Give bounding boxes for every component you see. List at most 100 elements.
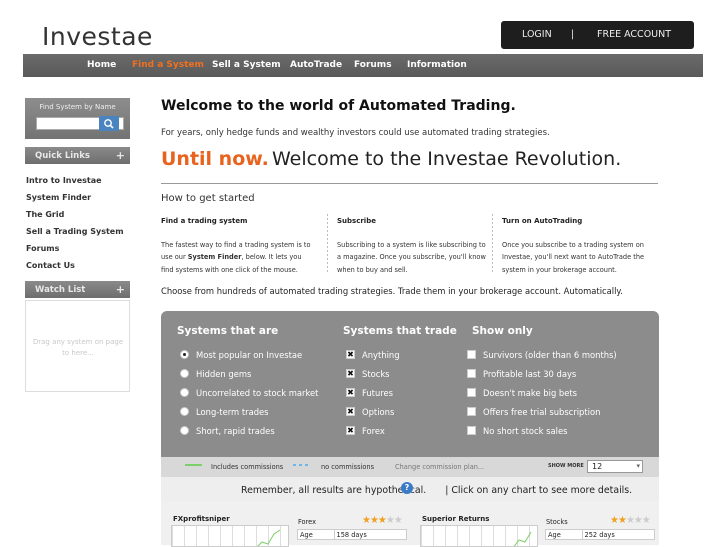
hypothetical-notice: Remember, all results are hypothetical. … <box>241 485 633 496</box>
quick-link-sell[interactable]: Sell a Trading System <box>26 227 124 236</box>
option-label: Futures <box>362 388 394 398</box>
how-to-heading: How to get started <box>161 193 255 204</box>
choose-text: Choose from hundreds of automated tradin… <box>161 286 623 296</box>
show-more-select[interactable]: 12 ▾ <box>587 460 643 473</box>
checkbox-anything[interactable]: ✖ <box>346 350 355 359</box>
option-label: Offers free trial subscription <box>483 407 601 417</box>
option-label: Stocks <box>362 369 390 379</box>
checkbox-futures[interactable]: ✖ <box>346 388 355 397</box>
watch-list-dropzone[interactable]: Drag any system on page to here... <box>25 300 130 392</box>
checkbox-options[interactable]: ✖ <box>346 407 355 416</box>
expand-icon: + <box>115 283 125 296</box>
result-stats: Age 252 days <box>545 529 656 540</box>
expand-icon: + <box>115 149 125 162</box>
checkbox-stocks[interactable]: ✖ <box>346 369 355 378</box>
column-divider <box>492 214 493 272</box>
filter-col3-title: Show only <box>472 325 533 337</box>
account-separator: | <box>571 29 575 40</box>
step-autotrade-title: Turn on AutoTrading <box>502 217 583 225</box>
commission-line-swatch <box>185 464 202 466</box>
filter-col2-title: Systems that trade <box>343 325 457 337</box>
watch-list-header[interactable]: Watch List + <box>25 281 130 298</box>
free-account-link[interactable]: FREE ACCOUNT <box>597 29 671 40</box>
option-label: Uncorrelated to stock market <box>196 388 319 398</box>
checkbox-free-trial[interactable] <box>467 407 476 416</box>
divider <box>161 183 658 184</box>
checkbox-no-short[interactable] <box>467 426 476 435</box>
result-stats: Age 158 days <box>297 529 408 540</box>
result-category: Stocks <box>546 518 568 526</box>
nav-home[interactable]: Home <box>87 60 116 70</box>
table-row: Age 252 days <box>545 529 656 540</box>
radio-hidden-gems[interactable] <box>180 369 189 378</box>
quick-link-grid[interactable]: The Grid <box>26 210 64 219</box>
result-category: Forex <box>298 518 317 526</box>
nav-sell-a-system[interactable]: Sell a System <box>212 60 281 70</box>
step-find-text: The fastest way to find a trading system… <box>161 241 311 274</box>
rating-stars: ★★★★★ <box>362 515 403 526</box>
radio-most-popular[interactable] <box>180 350 189 359</box>
radio-short-rapid[interactable] <box>180 426 189 435</box>
option-label: Anything <box>362 350 400 360</box>
legend-no-comm: no commissions <box>321 463 374 471</box>
search-label: Find System by Name <box>39 103 116 111</box>
step-subscribe-title: Subscribe <box>337 217 376 225</box>
page-title: Welcome to the world of Automated Tradin… <box>161 98 516 114</box>
radio-uncorrelated[interactable] <box>180 388 189 397</box>
result-chart[interactable] <box>420 525 538 547</box>
result-chart[interactable] <box>171 525 289 547</box>
revolution-heading: Welcome to the Investae Revolution. <box>272 148 622 170</box>
login-link[interactable]: LOGIN <box>522 29 552 40</box>
quick-link-intro[interactable]: Intro to Investae <box>26 176 102 185</box>
nav-autotrade[interactable]: AutoTrade <box>290 60 342 70</box>
nav-forums[interactable]: Forums <box>354 60 392 70</box>
step-subscribe-text: Subscribing to a system is like subscrib… <box>337 241 486 274</box>
show-more-label: SHOW MORE <box>548 463 584 469</box>
show-more-value: 12 <box>592 462 603 471</box>
table-row: Age 158 days <box>297 529 408 540</box>
step-autotrade-text: Once you subscribe to a trading system o… <box>502 241 645 274</box>
no-commission-line-swatch <box>293 464 310 466</box>
option-label: Options <box>362 407 395 417</box>
intro-text: For years, only hedge funds and wealthy … <box>161 128 550 138</box>
option-label: Doesn't make big bets <box>483 388 578 398</box>
site-logo[interactable]: Investae <box>42 22 153 51</box>
checkbox-forex[interactable]: ✖ <box>346 426 355 435</box>
radio-long-term[interactable] <box>180 407 189 416</box>
option-label: Long-term trades <box>196 407 269 417</box>
option-label: Hidden gems <box>196 369 252 379</box>
filter-col1-title: Systems that are <box>177 325 279 337</box>
quick-link-contact[interactable]: Contact Us <box>26 261 75 270</box>
main-nav: Home Find a System Sell a System AutoTra… <box>23 54 703 77</box>
option-label: Forex <box>362 426 385 436</box>
nav-find-a-system[interactable]: Find a System <box>132 60 204 70</box>
step-find-title: Find a trading system <box>161 217 248 225</box>
checkbox-survivors[interactable] <box>467 350 476 359</box>
quick-links-title: Quick Links <box>35 151 90 161</box>
account-bar: LOGIN | FREE ACCOUNT <box>501 21 694 49</box>
nav-information[interactable]: Information <box>407 60 467 70</box>
legend-bar: Includes commissions no commissions Chan… <box>161 457 659 477</box>
until-now-heading: Until now. <box>161 148 269 170</box>
column-divider <box>327 214 328 272</box>
legend-includes: Includes commissions <box>211 463 284 471</box>
search-icon <box>104 119 114 129</box>
watch-list-title: Watch List <box>35 285 86 295</box>
system-finder-link[interactable]: System Finder <box>188 253 242 261</box>
chevron-down-icon: ▾ <box>636 462 640 470</box>
checkbox-profitable[interactable] <box>467 369 476 378</box>
option-label: Profitable last 30 days <box>483 369 577 379</box>
result-name[interactable]: FXprofitsniper <box>173 515 230 523</box>
option-label: No short stock sales <box>483 426 568 436</box>
result-name[interactable]: Superior Returns <box>422 515 489 523</box>
change-commission-link[interactable]: Change commission plan... <box>395 463 484 471</box>
watch-list-hint: Drag any system on page to here... <box>32 338 124 357</box>
checkbox-no-big-bets[interactable] <box>467 388 476 397</box>
quick-links-header[interactable]: Quick Links + <box>25 147 130 164</box>
option-label: Survivors (older than 6 months) <box>483 350 617 360</box>
quick-link-system-finder[interactable]: System Finder <box>26 193 91 202</box>
quick-link-forums[interactable]: Forums <box>26 244 59 253</box>
help-icon[interactable]: ? <box>401 482 413 494</box>
search-button[interactable] <box>99 116 119 131</box>
rating-stars: ★★★★★ <box>610 515 651 526</box>
